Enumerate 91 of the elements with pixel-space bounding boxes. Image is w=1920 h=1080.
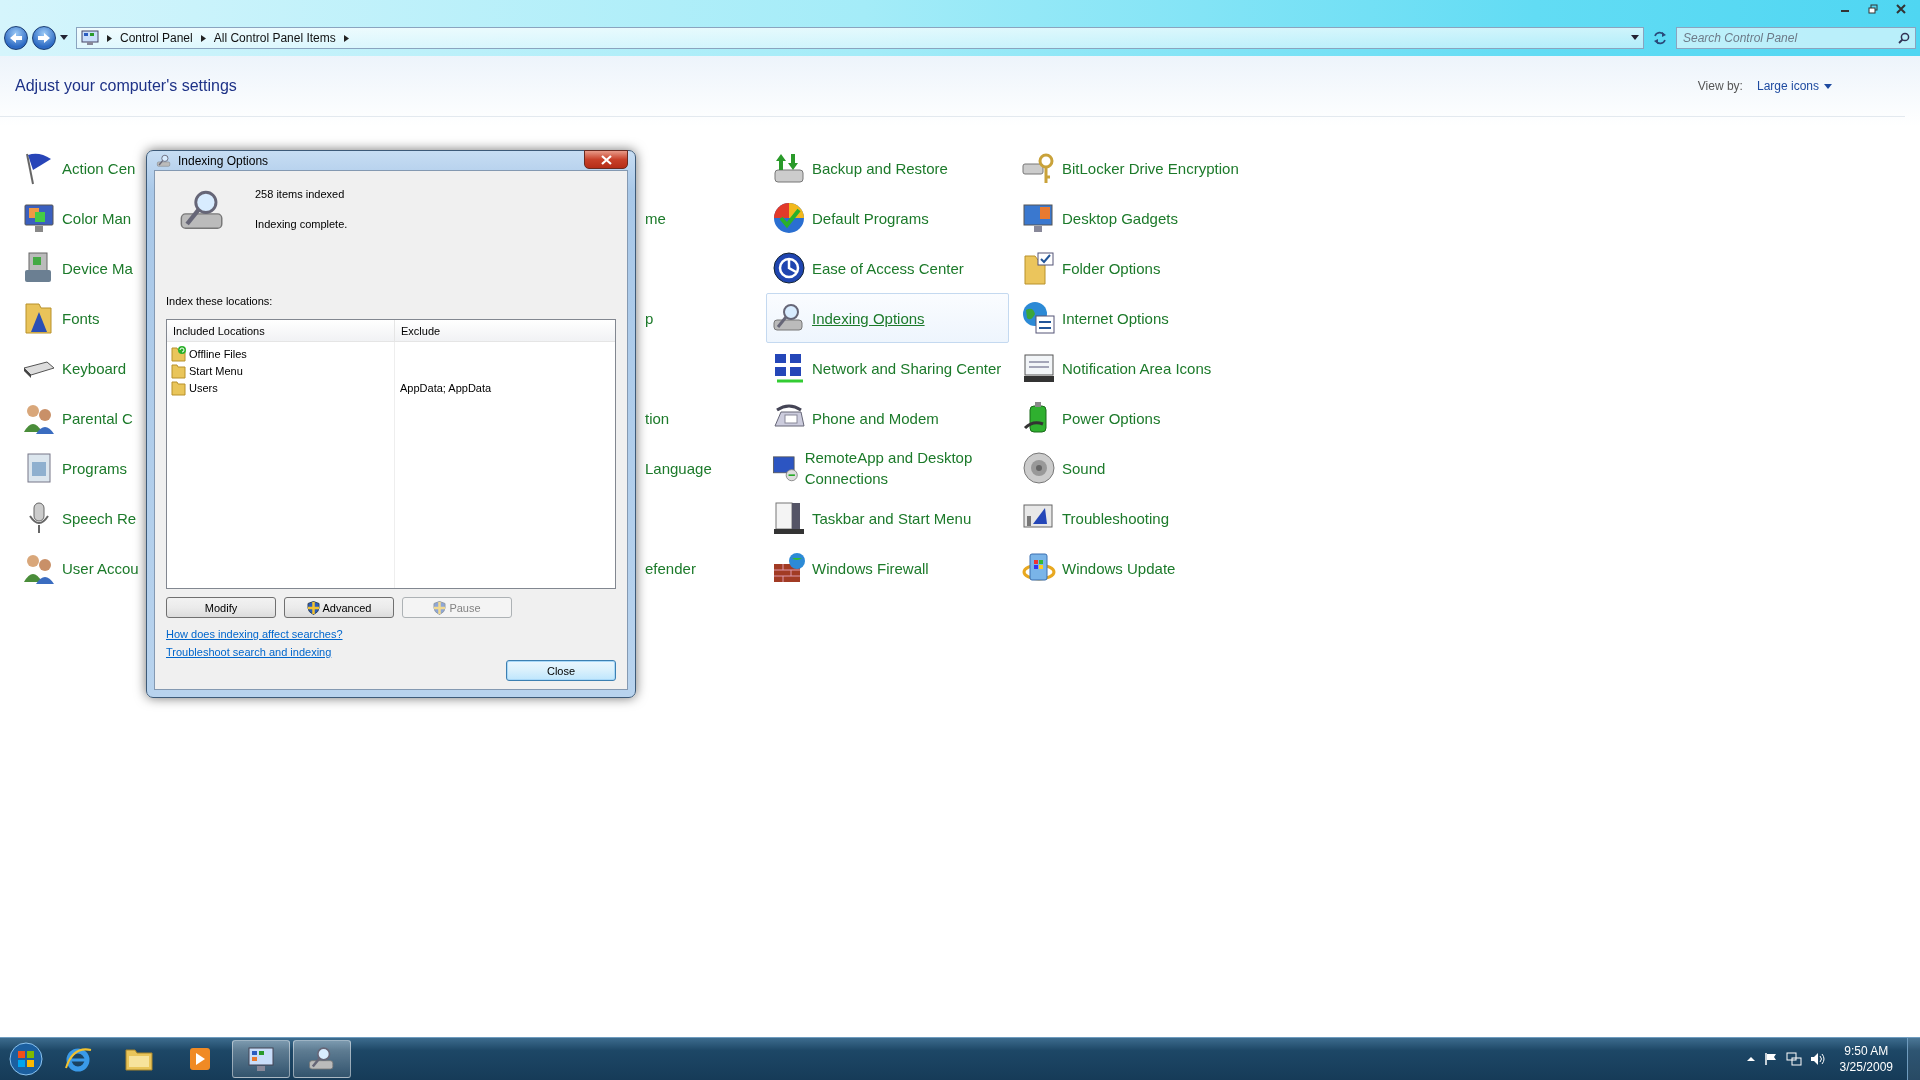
clock-date[interactable]: 3/25/2009 [1839, 1059, 1893, 1075]
control-panel-link[interactable]: Ease of Access Center [812, 257, 964, 279]
dialog-title: Indexing Options [178, 153, 270, 168]
control-panel-link[interactable]: Backup and Restore [812, 157, 948, 179]
back-arrow-icon [9, 32, 23, 44]
control-panel-link[interactable]: p [645, 307, 654, 329]
control-panel-link[interactable]: me [645, 207, 666, 229]
back-button[interactable] [4, 26, 28, 50]
search-field[interactable]: Search Control Panel [1676, 27, 1916, 49]
close-icon [1896, 4, 1906, 14]
exclude-cell: AppData; AppData [400, 381, 492, 394]
locations-label: Index these locations: [166, 295, 274, 307]
control-panel-link[interactable]: Notification Area Icons [1062, 357, 1212, 379]
modify-button[interactable]: Modify [166, 597, 276, 618]
location-cell[interactable]: Offline Files [189, 347, 247, 360]
control-panel-link[interactable]: Programs [62, 457, 128, 479]
control-panel-link[interactable]: Network and Sharing Center [812, 357, 1002, 379]
restore-icon [1868, 4, 1878, 14]
close-dialog-button[interactable]: Close [506, 660, 616, 681]
chevron-icon [198, 33, 208, 43]
shield-icon [433, 600, 447, 615]
control-panel-link[interactable]: Sound [1062, 457, 1106, 479]
search-icon [1898, 32, 1910, 44]
control-panel-link[interactable]: User Accou [62, 557, 139, 579]
control-panel-link[interactable]: Taskbar and Start Menu [812, 507, 972, 529]
location-cell[interactable]: Users [189, 381, 218, 394]
control-panel-link[interactable]: Windows Update [1062, 557, 1176, 579]
windows-orb-icon [8, 1041, 44, 1077]
control-panel-link[interactable]: Power Options [1062, 407, 1161, 429]
control-panel-link[interactable]: RemoteApp and Desktop Connections [804, 447, 1008, 489]
start-button[interactable] [6, 1040, 46, 1078]
control-panel-link[interactable]: Folder Options [1062, 257, 1161, 279]
breadcrumb[interactable]: All Control Panel Items [213, 31, 336, 45]
colored-circle-icon [771, 200, 807, 236]
location-cell[interactable]: Start Menu [189, 364, 243, 377]
control-panel-link[interactable]: Internet Options [1062, 307, 1169, 329]
control-panel-link[interactable]: Phone and Modem [812, 407, 939, 429]
page-heading: Adjust your computer's settings [15, 77, 238, 95]
view-by-dropdown[interactable]: Large icons [1756, 79, 1832, 93]
forward-arrow-icon [37, 32, 51, 44]
control-panel-link[interactable]: efender [645, 557, 696, 579]
taskbar-button[interactable] [232, 1040, 290, 1078]
caret-icon [1631, 35, 1639, 41]
control-panel-link[interactable]: Troubleshooting [1062, 507, 1169, 529]
control-panel-link[interactable]: Desktop Gadgets [1062, 207, 1178, 229]
chevron-icon [105, 33, 114, 43]
shield-icon [306, 600, 320, 615]
monitor-icon [246, 1044, 276, 1074]
show-hidden-icon [1745, 1054, 1756, 1064]
document-icon [771, 500, 807, 536]
control-panel-link[interactable]: tion [645, 407, 670, 429]
control-panel-link[interactable]: Speech Re [62, 507, 137, 529]
control-panel-link[interactable]: Indexing Options [812, 307, 925, 329]
close-icon [600, 154, 612, 165]
caret-icon [1824, 83, 1832, 89]
speaker-icon [1021, 450, 1057, 486]
control-panel-link[interactable]: Windows Firewall [812, 557, 929, 579]
control-panel-link[interactable]: Default Programs [812, 207, 929, 229]
breadcrumb[interactable]: Control Panel [120, 31, 193, 45]
show-desktop-button[interactable] [1907, 1038, 1920, 1080]
folder-icon [1021, 250, 1057, 286]
control-panel-link[interactable]: Parental C [62, 407, 133, 429]
volume-icon [1809, 1052, 1826, 1066]
clock-time[interactable]: 9:50 AM [1844, 1043, 1889, 1059]
control-panel-link[interactable]: Fonts [62, 307, 100, 329]
taskbar-button[interactable] [293, 1040, 351, 1078]
control-panel-link[interactable]: Language [645, 457, 712, 479]
control-panel-link[interactable]: Device Ma [62, 257, 133, 279]
control-panel-link[interactable]: BitLocker Drive Encryption [1062, 157, 1239, 179]
chevron-icon [341, 33, 351, 43]
flag-icon [1763, 1052, 1778, 1066]
items-count: 258 items indexed [255, 188, 346, 200]
advanced-button[interactable]: Advanced [284, 597, 394, 618]
help-link[interactable]: How does indexing affect searches? [166, 628, 343, 640]
network-icon [1785, 1052, 1802, 1066]
control-panel-link[interactable]: Action Cen [62, 157, 136, 179]
magnifier-drive-icon [156, 152, 172, 169]
index-status: Indexing complete. [255, 218, 348, 230]
accessibility-icon [771, 250, 807, 286]
caret-icon [60, 35, 68, 41]
close-button[interactable] [584, 150, 628, 169]
control-panel-link[interactable]: Keyboard [62, 357, 127, 379]
control-panel-link[interactable]: Color Man [62, 207, 132, 229]
help-link[interactable]: Troubleshoot search and indexing [166, 646, 332, 658]
globe-icon [1021, 300, 1057, 336]
forward-button[interactable] [32, 26, 56, 50]
control-panel-icon [81, 30, 99, 46]
refresh-icon [1652, 31, 1668, 45]
column-header[interactable]: Included Locations [167, 320, 395, 342]
view-by-label: View by: [1697, 79, 1743, 93]
address-bar[interactable]: Control Panel All Control Panel Items [76, 27, 1644, 49]
